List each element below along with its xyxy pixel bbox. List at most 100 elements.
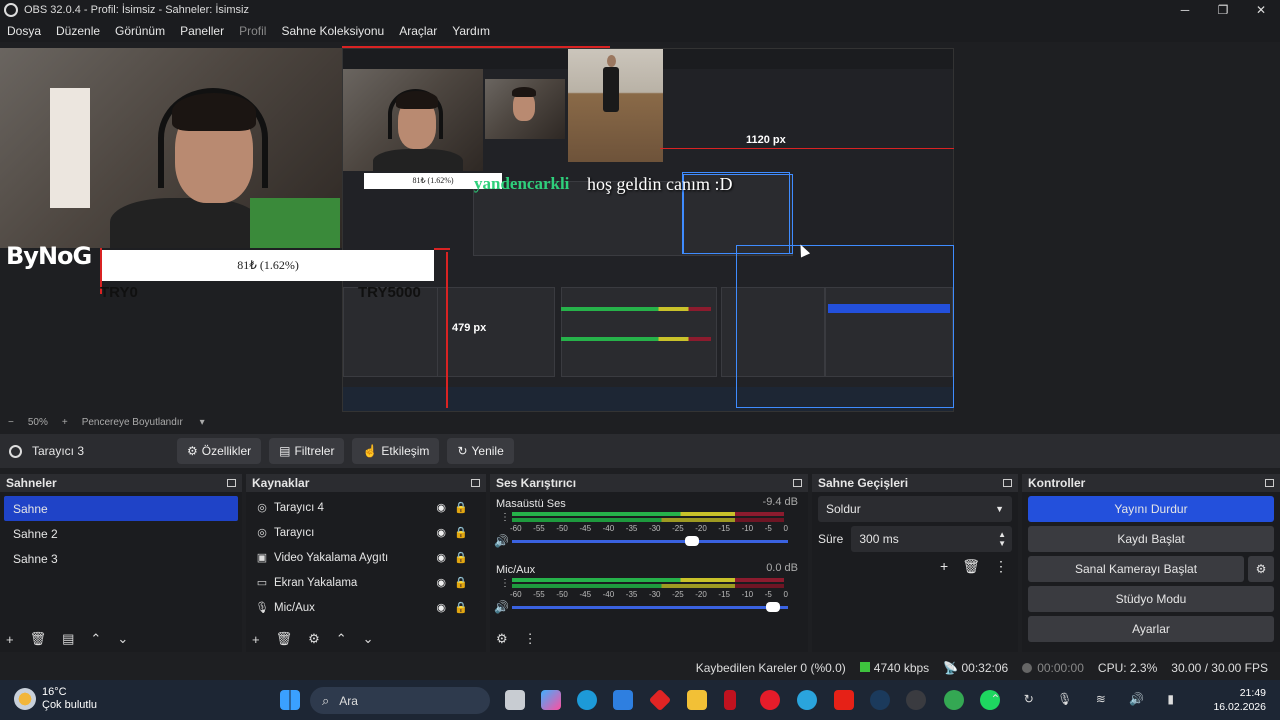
duration-input[interactable]: 300 ms ▲ ▼ [851,526,1012,552]
channel-name: Mic/Aux [496,564,536,576]
source-item[interactable]: 🎙 Mic/Aux ◉ 🔒 [246,595,486,620]
taskbar-search[interactable]: ⌕ Ara [310,687,490,714]
gear-icon[interactable]: ⚙ [308,631,320,647]
transition-menu-icon[interactable]: ⋮ [994,558,1008,575]
speaker-icon[interactable]: 🔊 [494,534,509,548]
add-scene-button[interactable]: + [6,632,14,647]
zoom-in-button[interactable]: + [62,417,68,428]
menu-tools[interactable]: Araçlar [399,24,437,38]
file-explorer-icon[interactable] [687,690,707,710]
channel-menu-icon[interactable]: ⋮ [500,578,510,589]
speaker-icon[interactable]: 🔊 [494,600,509,614]
source-item[interactable]: ◎ Tarayıcı 4 ◉ 🔒 [246,495,486,520]
undock-icon[interactable] [793,479,802,487]
trash-icon[interactable]: 🗑 [276,631,293,647]
channel-db: 0.0 dB [766,562,798,574]
start-recording-button[interactable]: Kaydı Başlat [1028,526,1274,552]
mixer-menu-icon[interactable]: ⋮ [524,631,537,647]
copilot-icon[interactable] [541,690,561,710]
volume-slider[interactable] [512,536,788,546]
eye-icon[interactable]: ◉ [436,576,446,589]
source-item[interactable]: ◎ Tarayıcı ◉ 🔒 [246,520,486,545]
task-view-icon[interactable] [505,690,525,710]
volume-slider[interactable] [512,602,788,612]
menu-help[interactable]: Yardım [452,24,490,38]
spinner-icon[interactable]: ▲ ▼ [998,530,1006,548]
volume-knob[interactable] [684,536,699,546]
undock-icon[interactable] [1265,479,1274,487]
clock[interactable]: 21:49 16.02.2026 [1213,686,1266,714]
studio-mode-button[interactable]: Stüdyo Modu [1028,586,1274,612]
system-tray[interactable]: ⌃ ↻ 🎙 ≋ 🔊 ▮ [990,692,1184,706]
trash-icon[interactable]: 🗑 [30,631,47,647]
zoom-out-button[interactable]: − [8,417,14,428]
menu-profile[interactable]: Profil [239,24,266,38]
source-item[interactable]: ▭ Ekran Yakalama ◉ 🔒 [246,570,486,595]
channel-menu-icon[interactable]: ⋮ [500,512,510,523]
lock-icon[interactable]: 🔒 [454,526,468,539]
weather-widget[interactable]: 16°C Çok bulutlu [14,686,97,712]
lock-icon[interactable]: 🔒 [454,601,468,614]
transition-select[interactable]: Soldur ▼ [818,496,1012,522]
youtube-icon[interactable] [834,690,854,710]
advanced-audio-icon[interactable]: ⚙ [496,631,508,647]
minimize-button[interactable]: ─ [1166,0,1204,20]
properties-button[interactable]: ⚙ Özellikler [177,438,262,464]
move-down-icon[interactable]: ⌄ [117,631,128,647]
menu-file[interactable]: Dosya [7,24,41,38]
add-source-button[interactable]: + [252,632,260,647]
obs-icon[interactable] [906,690,926,710]
netflix-icon[interactable] [724,690,736,710]
close-button[interactable]: ✕ [1242,0,1280,20]
webcam-feed [0,48,342,248]
lock-icon[interactable]: 🔒 [454,551,468,564]
stop-streaming-button[interactable]: Yayını Durdur [1028,496,1274,522]
opera-icon[interactable] [760,690,780,710]
fit-to-window-select[interactable]: Pencereye Boyutlandır ▾ [82,417,205,428]
menu-edit[interactable]: Düzenle [56,24,100,38]
move-up-icon[interactable]: ⌃ [90,631,101,647]
add-transition-button[interactable]: + [940,558,948,575]
move-up-icon[interactable]: ⌃ [336,631,347,647]
trash-icon[interactable]: 🗑 [962,558,980,575]
steam-icon[interactable] [870,690,890,710]
bitrate: 4740 kbps [859,661,929,675]
eye-icon[interactable]: ◉ [436,526,446,539]
menu-scene-collection[interactable]: Sahne Koleksiyonu [281,24,384,38]
undock-icon[interactable] [471,479,480,487]
move-down-icon[interactable]: ⌄ [363,631,374,647]
start-virtual-camera-button[interactable]: Sanal Kamerayı Başlat [1028,556,1244,582]
source-item[interactable]: ▣ Video Yakalama Aygıtı ◉ 🔒 [246,545,486,570]
virtual-camera-settings-button[interactable]: ⚙ [1248,556,1274,582]
chrome-icon[interactable] [797,690,817,710]
donation-goal-bar: 81₺ (1.62%) [102,250,434,281]
selected-source: Tarayıcı 3 [0,444,177,458]
scene-item[interactable]: Sahne [4,496,238,521]
hand-icon: ☝ [362,444,378,458]
eye-icon[interactable]: ◉ [436,501,446,514]
selection-box[interactable] [736,245,954,408]
chrome-profile-icon[interactable] [944,690,964,710]
menu-view[interactable]: Görünüm [115,24,165,38]
edge-icon[interactable] [577,690,597,710]
eye-icon[interactable]: ◉ [436,551,446,564]
menu-docks[interactable]: Paneller [180,24,224,38]
preview-canvas[interactable]: ByNoG 81₺ (1.62%) 81₺ (1.62%) TRY0 TRY50… [0,42,1280,412]
store-icon[interactable] [613,690,633,710]
settings-button[interactable]: Ayarlar [1028,616,1274,642]
scene-item[interactable]: Sahne 2 [4,521,238,546]
volume-knob[interactable] [766,602,781,612]
lock-icon[interactable]: 🔒 [454,576,468,589]
windows-start-icon[interactable] [280,690,300,710]
maximize-button[interactable]: ❐ [1204,0,1242,20]
filters-button[interactable]: ▤ Filtreler [269,438,345,464]
undock-icon[interactable] [1003,479,1012,487]
refresh-button[interactable]: ↻ Yenile [447,438,514,464]
eye-icon[interactable]: ◉ [436,601,446,614]
lock-icon[interactable]: 🔒 [454,501,468,514]
app-red-icon[interactable] [648,688,672,712]
interact-button[interactable]: ☝ Etkileşim [352,438,440,464]
filter-icon[interactable]: ▤ [62,631,74,647]
undock-icon[interactable] [227,479,236,487]
scene-item[interactable]: Sahne 3 [4,546,238,571]
